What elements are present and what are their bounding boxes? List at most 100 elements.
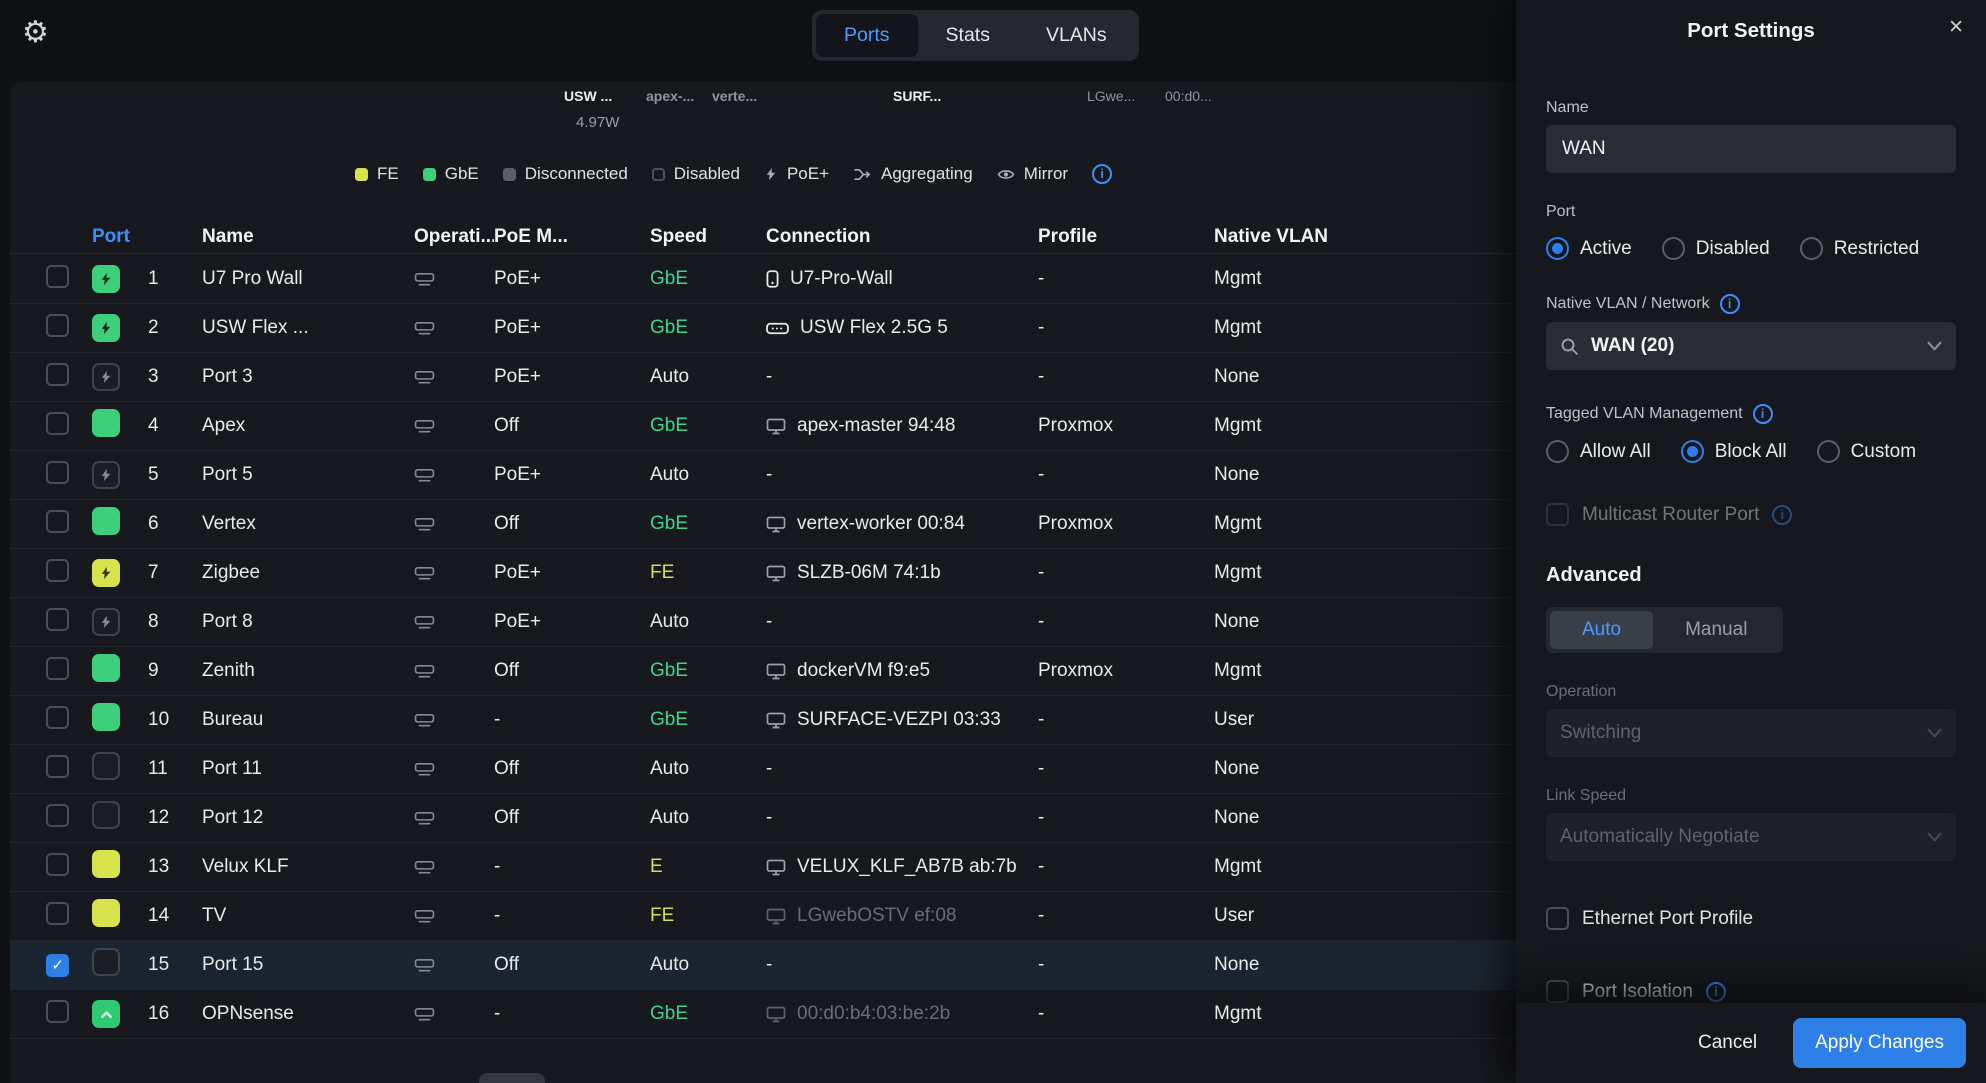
poe-mode: PoE+ bbox=[494, 366, 650, 388]
radio-custom[interactable]: Custom bbox=[1817, 440, 1916, 463]
connection: USW Flex 2.5G 5 bbox=[766, 317, 1038, 339]
column-profile[interactable]: Profile bbox=[1038, 226, 1214, 248]
row-checkbox[interactable] bbox=[46, 363, 69, 386]
tagged-vlan-info-icon[interactable] bbox=[1753, 404, 1773, 424]
connection: - bbox=[766, 366, 1038, 388]
cancel-button[interactable]: Cancel bbox=[1698, 1032, 1757, 1054]
close-icon[interactable]: ✕ bbox=[1948, 18, 1964, 37]
connection-device-icon bbox=[766, 859, 786, 876]
column-port[interactable]: Port bbox=[92, 226, 202, 248]
port-status-icon bbox=[92, 1000, 120, 1028]
segment-manual[interactable]: Manual bbox=[1653, 611, 1779, 649]
column-name[interactable]: Name bbox=[202, 226, 414, 248]
profile: - bbox=[1038, 562, 1214, 584]
column-operation[interactable]: Operati... bbox=[414, 226, 494, 248]
connection-device-icon bbox=[766, 322, 789, 335]
port-number: 2 bbox=[148, 317, 202, 339]
native-vlan-select[interactable]: WAN (20) bbox=[1546, 322, 1956, 370]
panel-header: Port Settings ✕ bbox=[1516, 0, 1986, 61]
poe-mode: Off bbox=[494, 807, 650, 829]
radio-active[interactable]: Active bbox=[1546, 237, 1632, 260]
row-checkbox[interactable] bbox=[46, 706, 69, 729]
radio-block-all[interactable]: Block All bbox=[1681, 440, 1787, 463]
port-number: 9 bbox=[148, 660, 202, 682]
column-speed[interactable]: Speed bbox=[650, 226, 766, 248]
port-number: 8 bbox=[148, 611, 202, 633]
segment-auto[interactable]: Auto bbox=[1550, 611, 1653, 649]
profile: - bbox=[1038, 317, 1214, 339]
port-name: Port 15 bbox=[202, 954, 414, 976]
connection: - bbox=[766, 464, 1038, 486]
disconnected-swatch-icon bbox=[503, 168, 516, 181]
row-checkbox[interactable] bbox=[46, 461, 69, 484]
row-checkbox[interactable] bbox=[46, 265, 69, 288]
apply-changes-button[interactable]: Apply Changes bbox=[1793, 1018, 1966, 1068]
operation-icon bbox=[414, 614, 494, 630]
row-checkbox[interactable] bbox=[46, 559, 69, 582]
row-checkbox[interactable] bbox=[46, 954, 69, 977]
speed: GbE bbox=[650, 268, 766, 290]
port-number: 12 bbox=[148, 807, 202, 829]
pagination-button-partial[interactable] bbox=[479, 1073, 545, 1083]
port-status-icon bbox=[92, 559, 120, 587]
tab-vlans[interactable]: VLANs bbox=[1018, 14, 1135, 57]
row-checkbox[interactable] bbox=[46, 902, 69, 925]
port-status-icon bbox=[92, 314, 120, 342]
row-checkbox[interactable] bbox=[46, 853, 69, 876]
column-connection[interactable]: Connection bbox=[766, 226, 1038, 248]
tab-stats[interactable]: Stats bbox=[918, 14, 1018, 57]
profile: Proxmox bbox=[1038, 660, 1214, 682]
link-speed-label: Link Speed bbox=[1546, 787, 1956, 805]
column-poe-mode[interactable]: PoE M... bbox=[494, 226, 650, 248]
speed: FE bbox=[650, 905, 766, 927]
port-isolation-info-icon[interactable] bbox=[1706, 982, 1726, 1002]
legend-info-icon[interactable] bbox=[1092, 164, 1112, 184]
operation-icon bbox=[414, 271, 494, 287]
row-checkbox[interactable] bbox=[46, 755, 69, 778]
view-tabs: PortsStatsVLANs bbox=[812, 10, 1139, 61]
radio-dot-icon bbox=[1546, 440, 1569, 463]
name-input[interactable]: WAN bbox=[1546, 125, 1956, 173]
row-checkbox[interactable] bbox=[46, 1000, 69, 1023]
port-status-icon bbox=[92, 507, 120, 535]
port-name: Port 3 bbox=[202, 366, 414, 388]
poe-mode: PoE+ bbox=[494, 317, 650, 339]
port-number: 3 bbox=[148, 366, 202, 388]
speed: GbE bbox=[650, 317, 766, 339]
port-isolation-checkbox[interactable] bbox=[1546, 980, 1569, 1003]
port-name: Vertex bbox=[202, 513, 414, 535]
port-status-icon bbox=[92, 608, 120, 636]
row-checkbox[interactable] bbox=[46, 314, 69, 337]
panel-body: Name WAN Port ActiveDisabledRestricted N… bbox=[1546, 61, 1956, 1003]
radio-restricted[interactable]: Restricted bbox=[1800, 237, 1920, 260]
connection-device-icon bbox=[766, 712, 786, 729]
radio-dot-icon bbox=[1681, 440, 1704, 463]
profile: - bbox=[1038, 905, 1214, 927]
radio-disabled[interactable]: Disabled bbox=[1662, 237, 1770, 260]
connection: dockerVM f9:e5 bbox=[766, 660, 1038, 682]
profile: Proxmox bbox=[1038, 415, 1214, 437]
connection: - bbox=[766, 611, 1038, 633]
aggregating-icon bbox=[853, 167, 872, 182]
multicast-info-icon[interactable] bbox=[1772, 505, 1792, 525]
row-checkbox[interactable] bbox=[46, 804, 69, 827]
connection-device-icon bbox=[766, 565, 786, 582]
ethernet-port-profile-checkbox[interactable] bbox=[1546, 907, 1569, 930]
advanced-mode-segmented: AutoManual bbox=[1546, 607, 1783, 653]
port-number: 6 bbox=[148, 513, 202, 535]
topbar: ⚙ PortsStatsVLANs bbox=[0, 0, 1516, 72]
row-checkbox[interactable] bbox=[46, 608, 69, 631]
radio-dot-icon bbox=[1662, 237, 1685, 260]
radio-allow-all[interactable]: Allow All bbox=[1546, 440, 1651, 463]
connection-device-icon bbox=[766, 516, 786, 533]
profile: Proxmox bbox=[1038, 513, 1214, 535]
radio-dot-icon bbox=[1817, 440, 1840, 463]
multicast-checkbox[interactable] bbox=[1546, 503, 1569, 526]
connection-device-icon bbox=[766, 908, 786, 925]
row-checkbox[interactable] bbox=[46, 657, 69, 680]
tab-ports[interactable]: Ports bbox=[816, 14, 918, 57]
row-checkbox[interactable] bbox=[46, 412, 69, 435]
row-checkbox[interactable] bbox=[46, 510, 69, 533]
gear-icon[interactable]: ⚙ bbox=[22, 18, 49, 48]
native-vlan-info-icon[interactable] bbox=[1720, 294, 1740, 314]
